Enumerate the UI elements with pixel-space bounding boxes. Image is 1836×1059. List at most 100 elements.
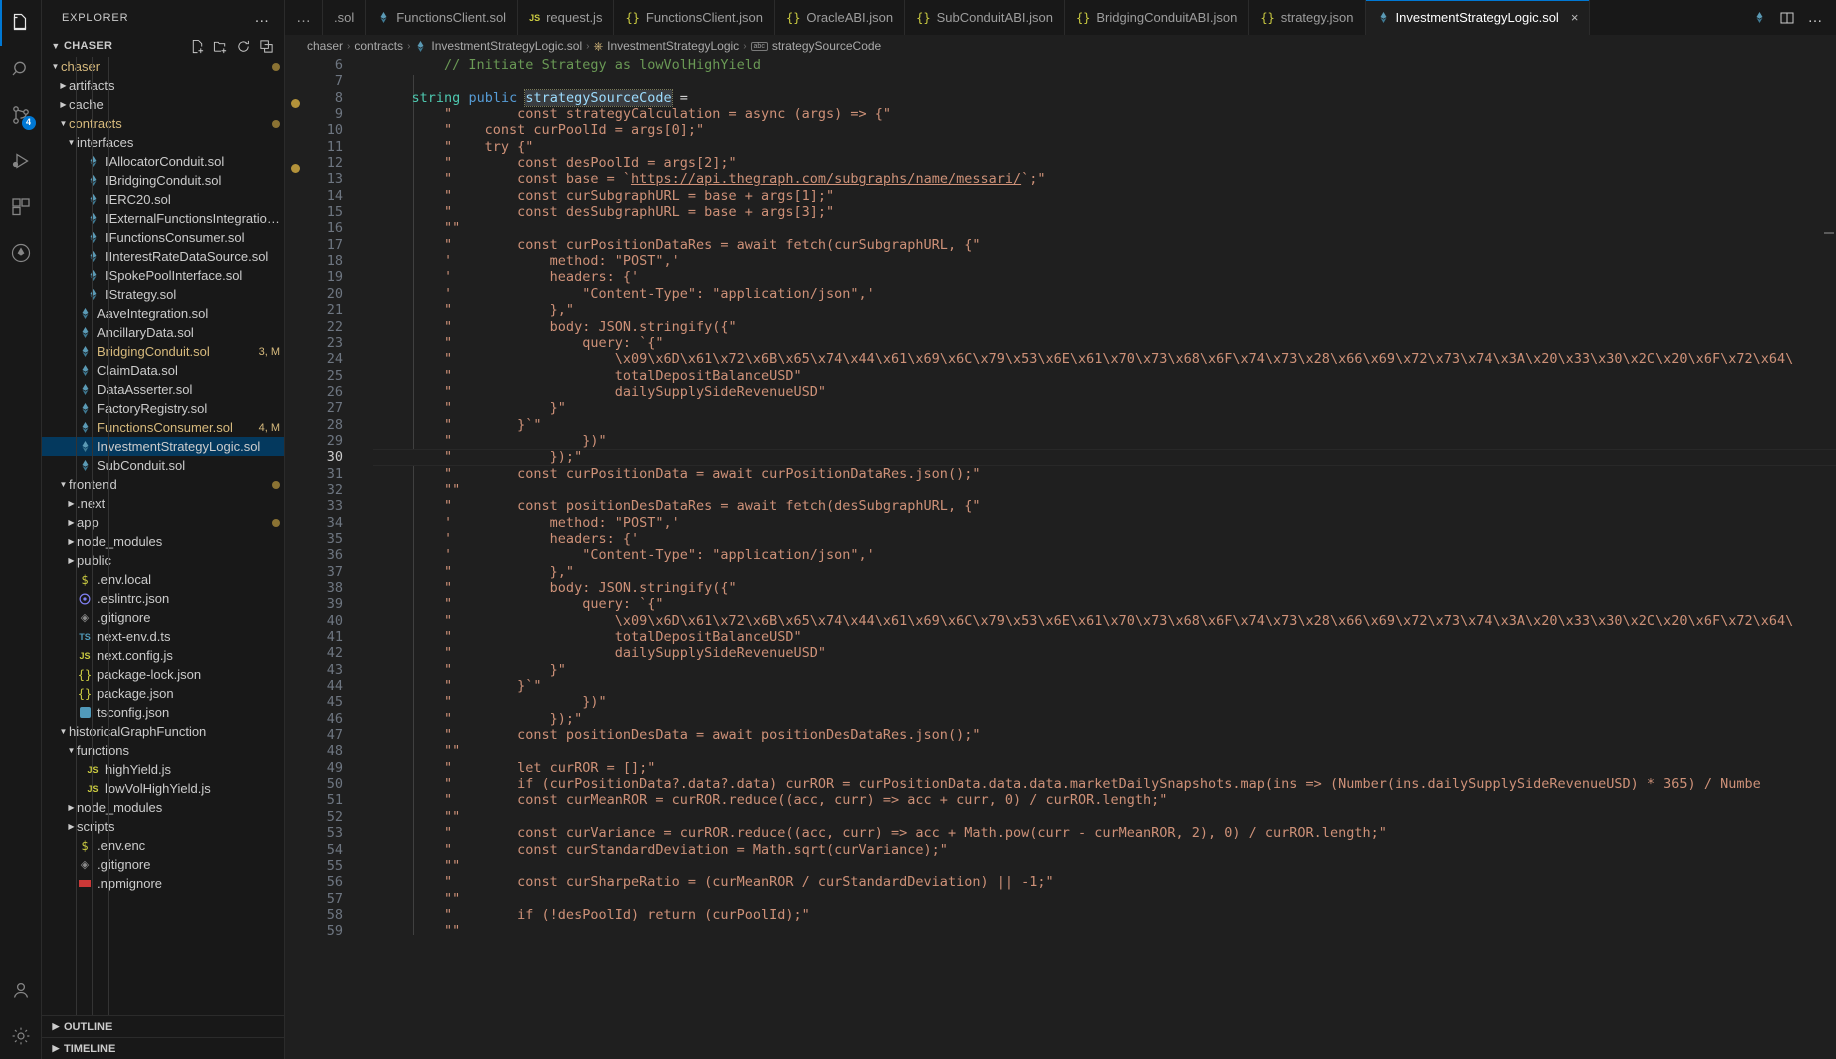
activity-accounts[interactable] xyxy=(0,967,42,1013)
tree-item-node-modules[interactable]: ▶ node_modules xyxy=(42,532,284,551)
tree-item-chaser[interactable]: ▼ chaser xyxy=(42,57,284,76)
tab-request-js[interactable]: JS request.js xyxy=(518,0,615,35)
breakpoint-marker[interactable] xyxy=(291,99,300,108)
file-tree[interactable]: ▼chaser▶artifacts▶cache▼contracts▼interf… xyxy=(42,57,284,1015)
code-line[interactable]: "" xyxy=(373,923,1836,939)
glyph-margin[interactable] xyxy=(285,57,307,1059)
refresh-icon[interactable] xyxy=(233,36,253,56)
tree-item-istrategy-sol[interactable]: IStrategy.sol xyxy=(42,285,284,304)
activity-settings[interactable] xyxy=(0,1013,42,1059)
tab-overflow-button[interactable]: … xyxy=(285,0,323,35)
tree-item-ibridgingconduit-sol[interactable]: IBridgingConduit.sol xyxy=(42,171,284,190)
code-line[interactable]: " query: `{" xyxy=(373,596,1836,612)
code-line[interactable]: string public strategySourceCode = xyxy=(373,88,1836,107)
tree-item-tsconfig-json[interactable]: tsconfig.json xyxy=(42,703,284,722)
code-line[interactable]: " body: JSON.stringify({" xyxy=(373,580,1836,596)
breakpoint-marker[interactable] xyxy=(291,164,300,173)
code-line[interactable]: " const curMeanROR = curROR.reduce((acc,… xyxy=(373,792,1836,808)
code-line[interactable]: ' headers: {' xyxy=(373,269,1836,285)
tab-close-icon[interactable]: × xyxy=(1571,10,1579,25)
tree-item--npmignore[interactable]: .npmignore xyxy=(42,874,284,893)
code-line[interactable]: " let curROR = [];" xyxy=(373,760,1836,776)
code-line[interactable]: " }," xyxy=(373,302,1836,318)
code-line[interactable]: " if (!desPoolId) return (curPoolId);" xyxy=(373,907,1836,923)
tree-item-node-modules[interactable]: ▶ node_modules xyxy=(42,798,284,817)
tree-item-package-lock-json[interactable]: {} package-lock.json xyxy=(42,665,284,684)
code-line[interactable]: " })" xyxy=(373,694,1836,710)
timeline-panel-header[interactable]: ▶ TIMELINE xyxy=(42,1037,284,1059)
workspace-section-header[interactable]: ▼ CHASER xyxy=(42,35,284,57)
tree-item-subconduit-sol[interactable]: SubConduit.sol xyxy=(42,456,284,475)
tab-functionsclient-json[interactable]: {} FunctionsClient.json xyxy=(614,0,775,35)
tree-item-cache[interactable]: ▶ cache xyxy=(42,95,284,114)
code-line[interactable]: " const positionDesData = await position… xyxy=(373,727,1836,743)
code-line[interactable]: " }`" xyxy=(373,417,1836,433)
code-line[interactable]: " }" xyxy=(373,662,1836,678)
code-line[interactable]: " const curPositionDataRes = await fetch… xyxy=(373,237,1836,253)
code-line[interactable]: " const desPoolId = args[2];" xyxy=(373,155,1836,171)
tree-item-ifunctionsconsumer-sol[interactable]: IFunctionsConsumer.sol xyxy=(42,228,284,247)
tree-item--gitignore[interactable]: ◈ .gitignore xyxy=(42,608,284,627)
tree-item-functions[interactable]: ▼ functions xyxy=(42,741,284,760)
code-line[interactable]: " const curVariance = curROR.reduce((acc… xyxy=(373,825,1836,841)
code-line[interactable]: " const curPositionData = await curPosit… xyxy=(373,466,1836,482)
editor-vertical-scrollbar[interactable] xyxy=(1822,57,1836,1059)
tree-item-public[interactable]: ▶ public xyxy=(42,551,284,570)
tree-item--next[interactable]: ▶.next xyxy=(42,494,284,513)
code-line[interactable]: ' "Content-Type": "application/json",' xyxy=(373,286,1836,302)
tree-item--gitignore[interactable]: ◈ .gitignore xyxy=(42,855,284,874)
tree-item-factoryregistry-sol[interactable]: FactoryRegistry.sol xyxy=(42,399,284,418)
tree-item-claimdata-sol[interactable]: ClaimData.sol xyxy=(42,361,284,380)
tree-item-next-config-js[interactable]: JS next.config.js xyxy=(42,646,284,665)
tree-item-iinterestratedatasource-sol[interactable]: IInterestRateDataSource.sol xyxy=(42,247,284,266)
code-line[interactable]: " if (curPositionData?.data?.data) curRO… xyxy=(373,776,1836,792)
activity-explorer[interactable] xyxy=(0,0,42,46)
tree-item-ispokepoolinterface-sol[interactable]: ISpokePoolInterface.sol xyxy=(42,266,284,285)
code-line[interactable]: " const positionDesDataRes = await fetch… xyxy=(373,498,1836,514)
activity-run-debug[interactable] xyxy=(0,138,42,184)
tree-item-app[interactable]: ▶ app xyxy=(42,513,284,532)
new-folder-icon[interactable] xyxy=(210,36,230,56)
code-line[interactable]: " });" xyxy=(373,449,1836,466)
code-line[interactable]: " const curSubgraphURL = base + args[1];… xyxy=(373,188,1836,204)
collapse-all-icon[interactable] xyxy=(256,36,276,56)
code-line[interactable]: " const strategyCalculation = async (arg… xyxy=(373,106,1836,122)
outline-panel-header[interactable]: ▶ OUTLINE xyxy=(42,1015,284,1037)
code-line[interactable]: "" xyxy=(373,891,1836,907)
activity-search[interactable] xyxy=(0,46,42,92)
code-line[interactable]: "" xyxy=(373,809,1836,825)
code-line[interactable]: " const base = `https://api.thegraph.com… xyxy=(373,171,1836,187)
tree-item--env-enc[interactable]: $ .env.enc xyxy=(42,836,284,855)
tree-item-iexternalfunctionsintegration-sol[interactable]: IExternalFunctionsIntegration.sol xyxy=(42,209,284,228)
fold-margin[interactable] xyxy=(357,57,373,1059)
sol-icon[interactable] xyxy=(1746,0,1772,35)
code-line[interactable]: " });" xyxy=(373,711,1836,727)
code-line[interactable]: " const curPoolId = args[0];" xyxy=(373,122,1836,138)
tree-item--eslintrc-json[interactable]: .eslintrc.json xyxy=(42,589,284,608)
code-line[interactable]: "" xyxy=(373,220,1836,236)
tree-item-functionsconsumer-sol[interactable]: FunctionsConsumer.sol 4, M xyxy=(42,418,284,437)
code-line[interactable]: " dailySupplySideRevenueUSD" xyxy=(373,384,1836,400)
tree-item-investmentstrategylogic-sol[interactable]: InvestmentStrategyLogic.sol xyxy=(42,437,284,456)
code-line[interactable]: " dailySupplySideRevenueUSD" xyxy=(373,645,1836,661)
sidebar-more-actions-icon[interactable]: … xyxy=(254,9,276,26)
code-line[interactable]: // Initiate Strategy as lowVolHighYield xyxy=(373,57,1836,73)
code-line[interactable]: " \x09\x6D\x61\x72\x6B\x65\x74\x44\x61\x… xyxy=(373,613,1836,629)
code-line[interactable]: " totalDepositBalanceUSD" xyxy=(373,629,1836,645)
split-editor-icon[interactable] xyxy=(1774,0,1800,35)
code-line[interactable]: ' method: "POST",' xyxy=(373,515,1836,531)
breadcrumb-item-investmentstrategylogic-sol[interactable]: InvestmentStrategyLogic.sol xyxy=(414,39,582,53)
code-line[interactable]: "" xyxy=(373,743,1836,759)
editor-tab-bar[interactable]: … .sol FunctionsClient.sol JS request.js {} Fu… xyxy=(285,0,1836,35)
tree-item-bridgingconduit-sol[interactable]: BridgingConduit.sol 3, M xyxy=(42,342,284,361)
breadcrumb-item-chaser[interactable]: chaser xyxy=(307,39,343,53)
tree-item-package-json[interactable]: {} package.json xyxy=(42,684,284,703)
tree-item-highyield-js[interactable]: JS highYield.js xyxy=(42,760,284,779)
code-line[interactable]: "" xyxy=(373,482,1836,498)
breadcrumb-item-contracts[interactable]: contracts xyxy=(354,39,403,53)
tree-item-historicalgraphfunction[interactable]: ▼ historicalGraphFunction xyxy=(42,722,284,741)
tree-item-next-env-d-ts[interactable]: TS next-env.d.ts xyxy=(42,627,284,646)
tree-item-artifacts[interactable]: ▶artifacts xyxy=(42,76,284,95)
code-editor[interactable]: 6 7 8 9 10 11 12 13 14 15 16 17 18 19 20 21 22 23 24 25 26 27… xyxy=(285,57,1836,1059)
activity-solidity[interactable] xyxy=(0,230,42,276)
